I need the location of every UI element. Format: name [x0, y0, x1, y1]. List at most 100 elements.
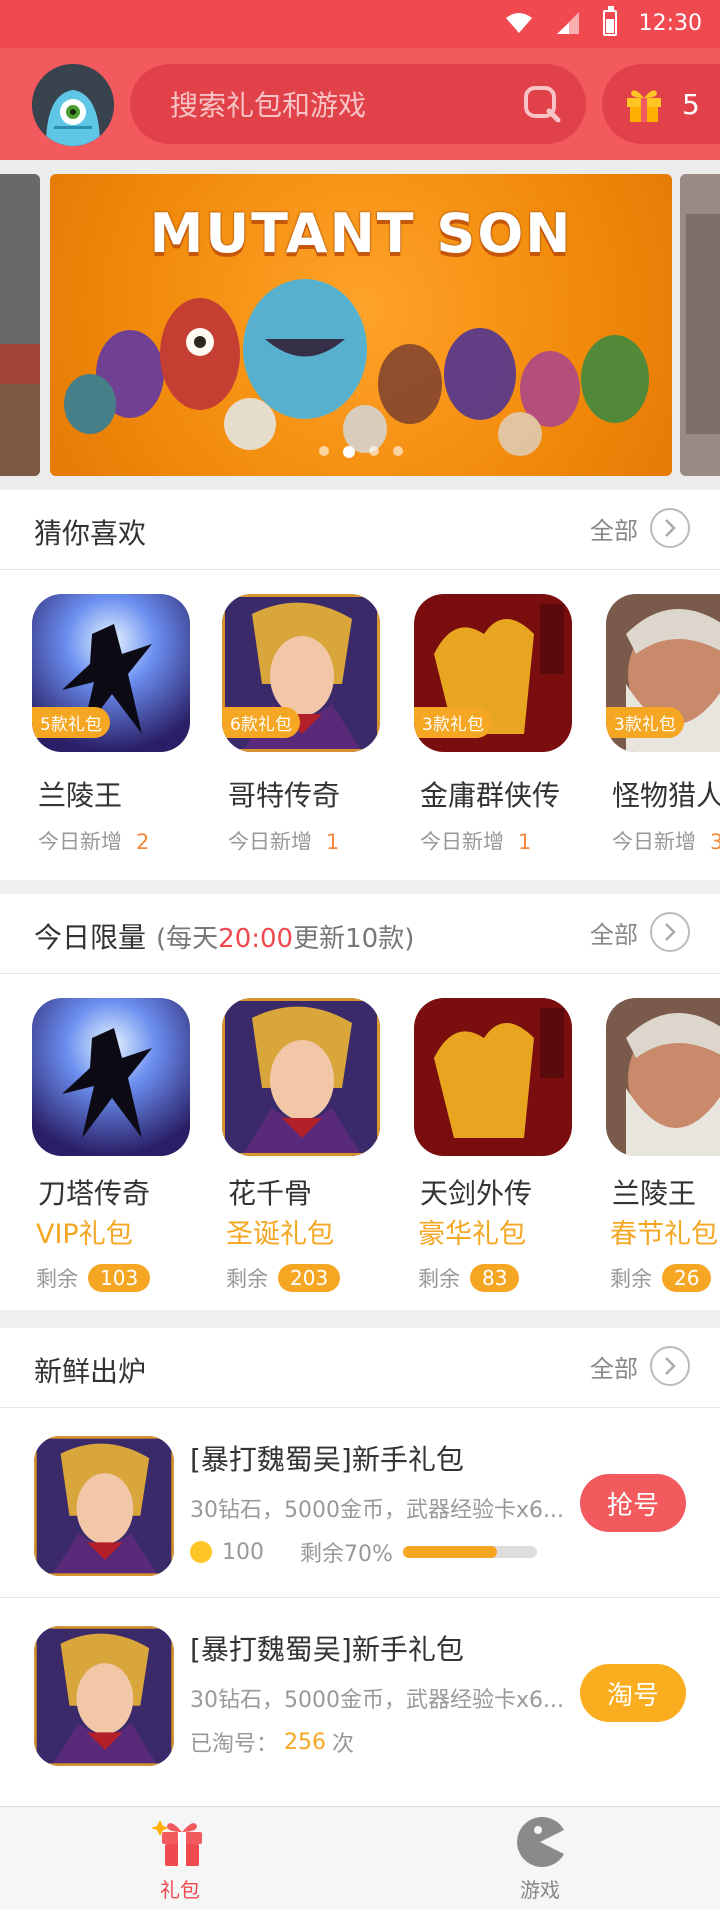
view-all-label: 全部: [590, 516, 638, 545]
top-header: 搜索礼包和游戏 5: [0, 48, 720, 160]
section-header: 今日限量 (每天20:00更新10款) 全部: [0, 894, 720, 974]
gift-meta: 100 剩余70%: [190, 1536, 537, 1568]
game-name: 金庸群侠传: [420, 779, 561, 812]
game-icon: 3款礼包: [414, 594, 572, 752]
limited-carousel[interactable]: 刀塔传奇 VIP礼包 剩余 103 花千骨 圣诞礼包 剩余 203 天剑外传 豪…: [0, 974, 720, 1304]
game-name: 天剑外传: [420, 1177, 533, 1210]
game-icon: 6款礼包: [222, 594, 380, 752]
carousel-dot[interactable]: [393, 446, 403, 456]
game-card[interactable]: 3款礼包 怪物猎人 今日新增 3: [606, 594, 720, 850]
gift-description: 30钻石，5000金币，武器经验卡x6...: [190, 1498, 564, 1523]
search-bar[interactable]: 搜索礼包和游戏: [130, 64, 586, 144]
game-meta: 今日新增 1: [420, 830, 532, 850]
game-icon: [222, 998, 380, 1156]
game-meta: 今日新增 3: [612, 830, 720, 850]
limited-gift-card[interactable]: 刀塔传奇 VIP礼包 剩余 103: [32, 998, 192, 1293]
section-title: 新鲜出炉: [34, 1355, 147, 1388]
game-name: 花千骨: [228, 1177, 313, 1210]
view-all-button[interactable]: 全部: [590, 1346, 690, 1386]
banner-title: MUTANT SON: [149, 202, 573, 265]
game-card[interactable]: 5款礼包 兰陵王 今日新增 2: [32, 594, 192, 850]
banner-prev-card[interactable]: [0, 174, 40, 476]
tab-label: 礼包: [160, 1878, 200, 1902]
view-all-button[interactable]: 全部: [590, 508, 690, 548]
tao-button[interactable]: 淘号: [580, 1664, 686, 1722]
game-name: 哥特传奇: [228, 779, 341, 812]
grab-button[interactable]: 抢号: [580, 1474, 686, 1532]
game-icon: [34, 1626, 174, 1766]
recommend-carousel[interactable]: 5款礼包 兰陵王 今日新增 2 6款礼包 哥特传奇 今日新增 1 3款礼包 金庸…: [0, 570, 720, 850]
list-item[interactable]: [暴打魏蜀吴]新手礼包 30钻石，5000金币，武器经验卡x6... 已淘号： 2…: [0, 1598, 720, 1788]
bottom-tab-bar: 礼包 游戏: [0, 1806, 720, 1910]
gift-count: 5: [682, 87, 700, 121]
remain-percent: 剩余70%: [300, 1542, 393, 1567]
remain-count: 剩余 203: [222, 1263, 382, 1293]
banner-carousel[interactable]: MUTANT SON: [0, 160, 720, 490]
section-subtitle: (每天20:00更新10款): [156, 924, 415, 954]
limited-section: 今日限量(每天20:00更新10款) 全部 刀塔传奇 VIP礼包 剩余103: [0, 894, 720, 1310]
carousel-dot[interactable]: [319, 446, 329, 456]
gift-count-badge: 3款礼包: [414, 707, 492, 738]
search-icon[interactable]: [522, 84, 562, 124]
gift-type: 豪华礼包: [418, 1219, 526, 1250]
gift-count-badge: 5款礼包: [32, 707, 110, 738]
chevron-right-icon: [650, 1346, 690, 1386]
game-name: 兰陵王: [612, 1177, 697, 1210]
chevron-right-icon: [650, 508, 690, 548]
game-icon: [32, 998, 190, 1156]
pacman-icon: [517, 1817, 564, 1867]
monster-avatar-icon: [32, 64, 114, 146]
gift-icon: [152, 1820, 202, 1866]
tab-games[interactable]: 游戏: [360, 1807, 720, 1910]
game-name: 怪物猎人: [612, 779, 720, 812]
limited-gift-card[interactable]: 花千骨 圣诞礼包 剩余 203: [222, 998, 382, 1293]
gift-type: 圣诞礼包: [226, 1219, 334, 1250]
tab-gifts[interactable]: 礼包: [0, 1807, 360, 1910]
gift-description: 30钻石，5000金币，武器经验卡x6...: [190, 1688, 564, 1713]
battery-icon: [602, 6, 617, 36]
view-all-label: 全部: [590, 1354, 638, 1383]
gift-type: VIP礼包: [36, 1219, 133, 1250]
section-title: 猜你喜欢: [34, 517, 147, 550]
section-header: 新鲜出炉 全部: [0, 1328, 720, 1408]
list-item[interactable]: [暴打魏蜀吴]新手礼包 30钻石，5000金币，武器经验卡x6... 100 剩…: [0, 1408, 720, 1598]
game-card[interactable]: 3款礼包 金庸群侠传 今日新增 1: [414, 594, 574, 850]
game-meta: 今日新增 1: [228, 830, 340, 850]
avatar[interactable]: [32, 64, 114, 146]
coin-icon: [190, 1541, 212, 1563]
carousel-dot-active[interactable]: [343, 446, 355, 458]
remain-count: 剩余 26: [606, 1263, 720, 1293]
gift-price: 100: [222, 1539, 264, 1565]
remain-progress-bar: [402, 1546, 537, 1558]
chevron-right-icon: [650, 912, 690, 952]
limited-gift-card[interactable]: 天剑外传 豪华礼包 剩余 83: [414, 998, 574, 1293]
tab-label: 游戏: [520, 1878, 560, 1902]
gift-title: [暴打魏蜀吴]新手礼包: [190, 1443, 464, 1476]
fresh-section: 新鲜出炉 全部 [暴打魏蜀吴]新手礼包 30钻石，5000金币，武器经验卡x6.…: [0, 1328, 720, 1806]
banner-image[interactable]: MUTANT SON: [50, 174, 672, 476]
game-card[interactable]: 6款礼包 哥特传奇 今日新增 1: [222, 594, 382, 850]
game-icon: 3款礼包: [606, 594, 720, 752]
remain-count: 剩余 83: [414, 1263, 574, 1293]
signal-icon: [556, 12, 579, 34]
gift-count-badge: 6款礼包: [222, 707, 300, 738]
limited-gift-card[interactable]: 兰陵王 春节礼包 剩余 26: [606, 998, 720, 1293]
view-all-button[interactable]: 全部: [590, 912, 690, 952]
carousel-dots: [50, 446, 672, 458]
remain-count: 剩余 103: [32, 1263, 192, 1293]
gift-box-button[interactable]: 5: [602, 64, 720, 144]
game-icon: [606, 998, 720, 1156]
gift-type: 春节礼包: [610, 1219, 718, 1250]
gift-icon: [627, 90, 661, 122]
gift-title: [暴打魏蜀吴]新手礼包: [190, 1633, 464, 1666]
wifi-icon: [505, 13, 532, 33]
banner-next-card[interactable]: [680, 174, 720, 476]
section-title: 今日限量 (每天20:00更新10款): [34, 921, 415, 954]
game-icon: 5款礼包: [32, 594, 190, 752]
recommend-section: 猜你喜欢 全部 5款礼包 兰陵王 今日新增 2 6款礼包 哥特传奇 今日新增 1…: [0, 490, 720, 880]
carousel-dot[interactable]: [369, 446, 379, 456]
status-bar: 12:30: [0, 0, 720, 48]
game-name: 刀塔传奇: [38, 1177, 151, 1210]
view-all-label: 全部: [590, 920, 638, 949]
gift-count-badge: 3款礼包: [606, 707, 684, 738]
